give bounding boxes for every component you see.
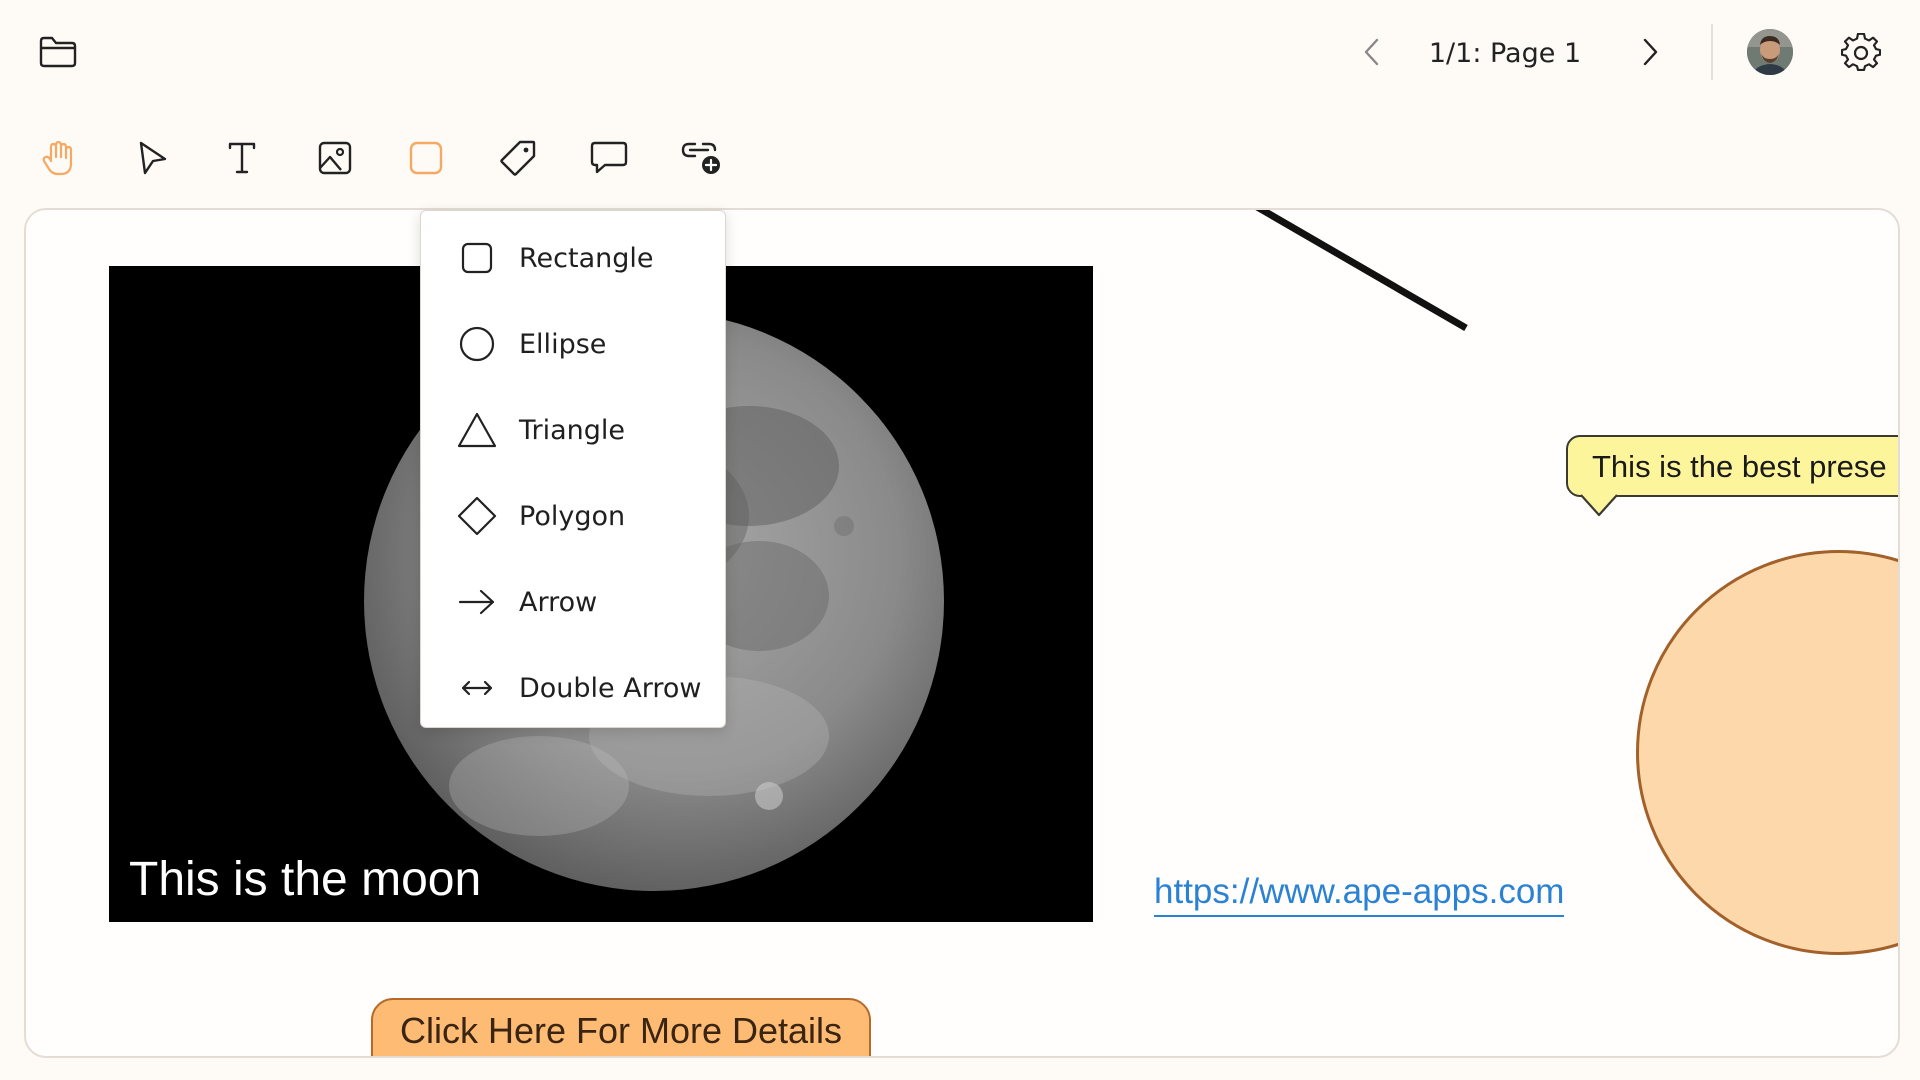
details-button[interactable]: Click Here For More Details [371,998,871,1056]
circle-shape[interactable] [1636,550,1898,955]
user-photo [1747,29,1793,75]
menu-item-label: Rectangle [519,242,654,274]
gear-icon [1841,33,1881,71]
hand-icon [42,140,73,176]
tool-image[interactable] [307,133,363,183]
menu-item-arrow[interactable]: Arrow [421,567,727,637]
arrow-right-icon [458,589,495,615]
page-indicator[interactable]: 1/1: Page 1 [1420,34,1590,74]
menu-item-label: Triangle [519,414,626,446]
menu-item-rectangle[interactable]: Rectangle [421,223,727,293]
moon-caption[interactable]: This is the moon [129,852,481,908]
tool-hand[interactable] [30,133,86,183]
text-icon [228,142,256,174]
triangle-icon [457,412,497,448]
speech-bubble-text: This is the best prese [1592,449,1887,484]
folder-icon [39,36,77,68]
canvas[interactable]: This is the moon This is the best prese … [24,208,1900,1058]
tool-shape[interactable] [398,133,454,183]
tool-comment[interactable] [581,133,637,183]
menu-item-label: Polygon [519,500,626,532]
link-add-icon [681,142,720,174]
speech-bubble-icon [590,141,628,174]
diamond-icon [457,496,497,536]
next-page-button[interactable] [1630,30,1670,74]
speech-bubble-tail [1580,493,1618,517]
menu-item-triangle[interactable]: Triangle [421,395,727,465]
tag-icon [500,140,536,176]
square-icon [409,141,443,175]
previous-page-button[interactable] [1352,30,1392,74]
ellipse-icon [459,326,495,362]
menu-item-ellipse[interactable]: Ellipse [421,309,727,379]
tool-text[interactable] [214,133,270,183]
menu-item-label: Ellipse [519,328,607,360]
menu-item-label: Arrow [519,586,598,618]
chevron-right-icon [1643,38,1658,66]
double-arrow-icon [461,680,493,696]
menu-item-polygon[interactable]: Polygon [421,481,727,551]
folder-button[interactable] [30,30,86,74]
rectangle-icon [461,242,493,274]
chevron-left-icon [1364,38,1379,66]
tool-label[interactable] [490,133,546,183]
settings-button[interactable] [1836,28,1886,78]
tool-link[interactable] [674,133,730,183]
url-link[interactable]: https://www.ape-apps.com [1154,870,1565,917]
menu-item-double-arrow[interactable]: Double Arrow [421,653,727,723]
tool-select[interactable] [124,133,180,183]
speech-bubble[interactable]: This is the best prese [1566,435,1898,497]
menu-item-label: Double Arrow [519,672,702,704]
shape-menu: Rectangle Ellipse Triangle Polygon Arrow… [420,210,726,728]
image-icon [318,141,352,175]
pointer-icon [139,141,167,175]
topbar-divider [1711,24,1713,80]
avatar[interactable] [1747,29,1793,75]
